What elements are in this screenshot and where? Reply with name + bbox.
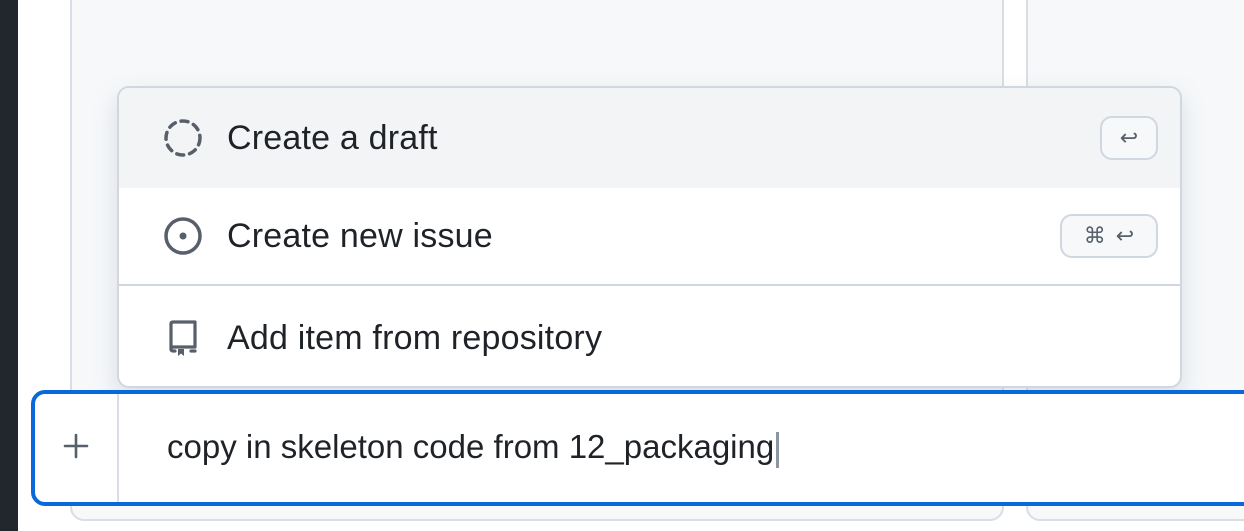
enter-shortcut-badge: ↩ (1100, 116, 1158, 160)
add-item-button[interactable] (35, 394, 119, 502)
add-item-menu: Create a draft ↩ Create new issue ⌘ ↩ Ad… (117, 86, 1182, 388)
add-item-input[interactable] (167, 422, 1167, 472)
cmd-enter-shortcut-badge: ⌘ ↩ (1060, 214, 1158, 258)
menu-item-create-draft[interactable]: Create a draft ↩ (119, 88, 1180, 188)
issue-opened-icon (161, 214, 205, 258)
plus-icon (62, 432, 90, 465)
menu-item-label: Create a draft (227, 118, 438, 157)
menu-item-label: Create new issue (227, 216, 493, 255)
command-key-icon: ⌘ (1083, 223, 1106, 248)
menu-item-add-from-repo[interactable]: Add item from repository (119, 288, 1180, 386)
add-item-row (31, 390, 1244, 506)
menu-item-create-issue[interactable]: Create new issue ⌘ ↩ (119, 188, 1180, 286)
return-key-icon: ↩ (1115, 223, 1135, 248)
screen: Create a draft ↩ Create new issue ⌘ ↩ Ad… (0, 0, 1244, 531)
menu-item-label: Add item from repository (227, 318, 603, 357)
return-key-icon: ↩ (1119, 125, 1139, 150)
repo-icon (161, 316, 205, 360)
dashed-circle-icon (161, 116, 205, 160)
text-caret (776, 432, 780, 468)
